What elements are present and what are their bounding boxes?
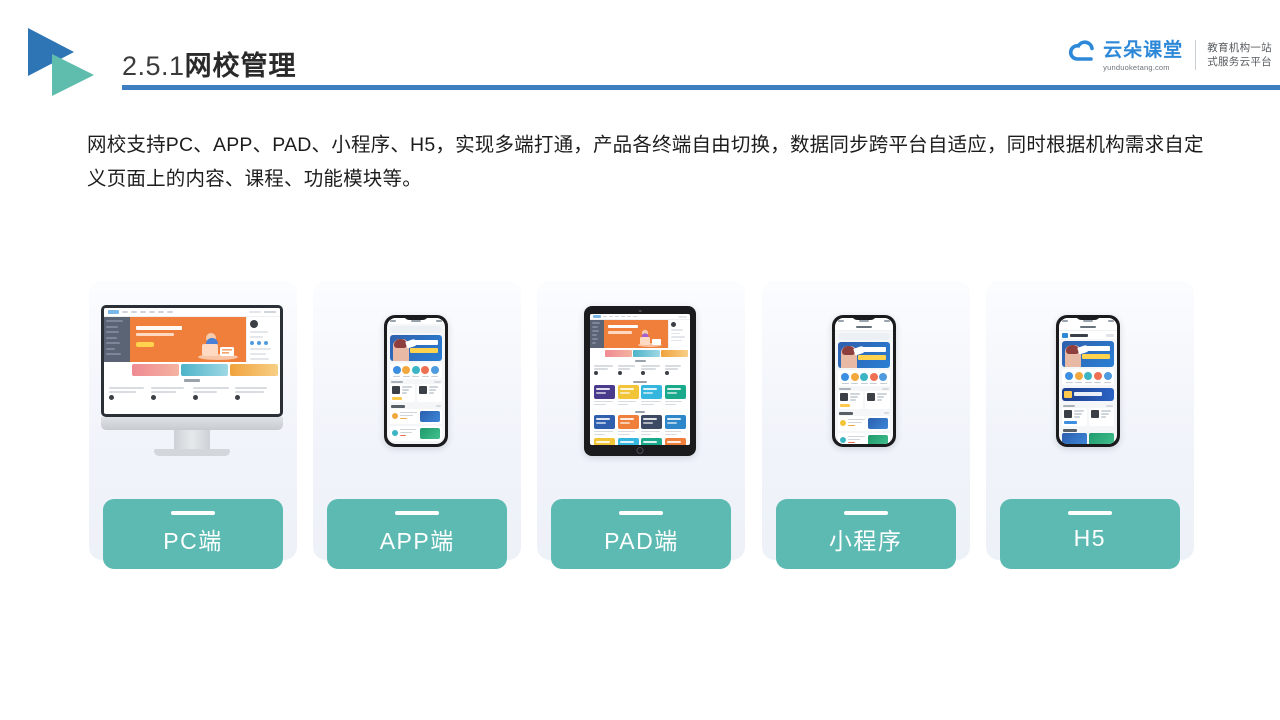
platform-label-h5[interactable]: H5	[999, 499, 1180, 569]
label-dash	[619, 511, 664, 515]
platform-card-miniprogram[interactable]: 小程序	[761, 281, 970, 569]
page-title: 2.5.1网校管理	[122, 44, 297, 83]
brand-logo: 云朵课堂 yunduoketang.com 教育机构一站 式服务云平台	[1066, 36, 1272, 73]
brand-name: 云朵课堂	[1103, 40, 1184, 61]
brand-tagline-line1: 教育机构一站	[1207, 41, 1272, 54]
platform-label-text: PC端	[163, 527, 223, 554]
platform-cards: PC端 APP端 PAD端 小程序 H5	[89, 281, 1194, 581]
teal-triangle-icon	[52, 54, 94, 96]
brand-tagline-line2: 式服务云平台	[1207, 55, 1272, 68]
desktop-monitor-mockup	[89, 281, 294, 481]
platform-card-h5[interactable]: H5	[985, 281, 1194, 569]
platform-label-text: H5	[1073, 525, 1107, 551]
platform-card-pc[interactable]: PC端	[89, 281, 297, 569]
platform-card-pad[interactable]: PAD端	[537, 281, 746, 569]
title-number: 2.5.1	[122, 51, 185, 81]
platform-label-text: APP端	[379, 527, 455, 554]
title-text: 网校管理	[184, 51, 297, 81]
tablet-mockup	[537, 281, 742, 481]
cloud-icon	[1066, 36, 1100, 70]
body-paragraph: 网校支持PC、APP、PAD、小程序、H5，实现多端打通，产品各终端自由切换，数…	[87, 134, 1204, 190]
label-dash	[843, 511, 888, 515]
brand-url: yunduoketang.com	[1103, 63, 1170, 72]
platform-label-text: 小程序	[828, 527, 903, 554]
platform-label-app[interactable]: APP端	[327, 499, 508, 569]
platform-label-text: PAD端	[604, 527, 679, 554]
label-dash	[171, 511, 215, 515]
brand-tagline: 教育机构一站 式服务云平台	[1207, 41, 1272, 69]
decorative-arrow-logo	[28, 28, 114, 100]
label-dash	[395, 511, 440, 515]
platform-label-pad[interactable]: PAD端	[551, 499, 732, 569]
smartphone-mockup-miniprogram	[762, 281, 967, 481]
smartphone-mockup-h5	[986, 281, 1191, 481]
platform-card-app[interactable]: APP端	[313, 281, 522, 569]
platform-label-pc[interactable]: PC端	[103, 499, 283, 569]
brand-divider	[1195, 39, 1197, 70]
slide-header: 2.5.1网校管理 云朵课堂 yunduoketang.com 教育机构一站 式…	[0, 0, 1280, 110]
label-dash	[1067, 511, 1112, 515]
smartphone-mockup-app	[313, 281, 518, 481]
platform-label-miniprogram[interactable]: 小程序	[775, 499, 956, 569]
title-underline-rule	[122, 85, 1280, 90]
